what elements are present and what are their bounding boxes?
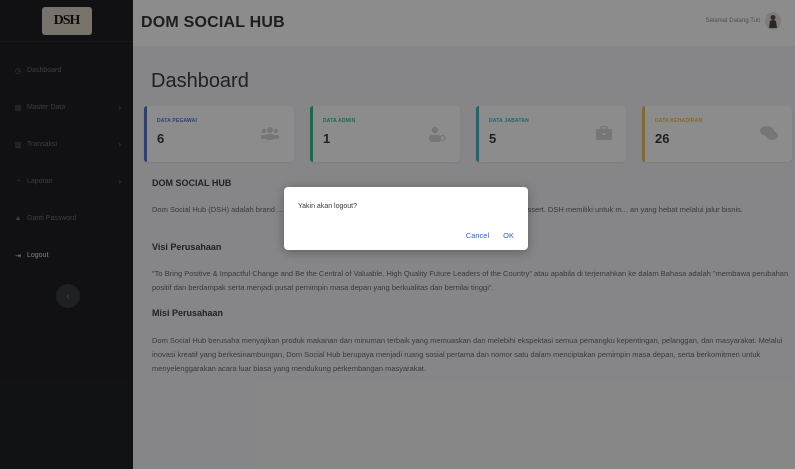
cancel-button[interactable]: Cancel	[466, 231, 489, 240]
logout-confirm-dialog: Yakin akan logout? Cancel OK	[284, 187, 528, 250]
dialog-buttons: Cancel OK	[452, 231, 514, 240]
ok-button[interactable]: OK	[503, 231, 514, 240]
dialog-message: Yakin akan logout?	[298, 203, 358, 210]
